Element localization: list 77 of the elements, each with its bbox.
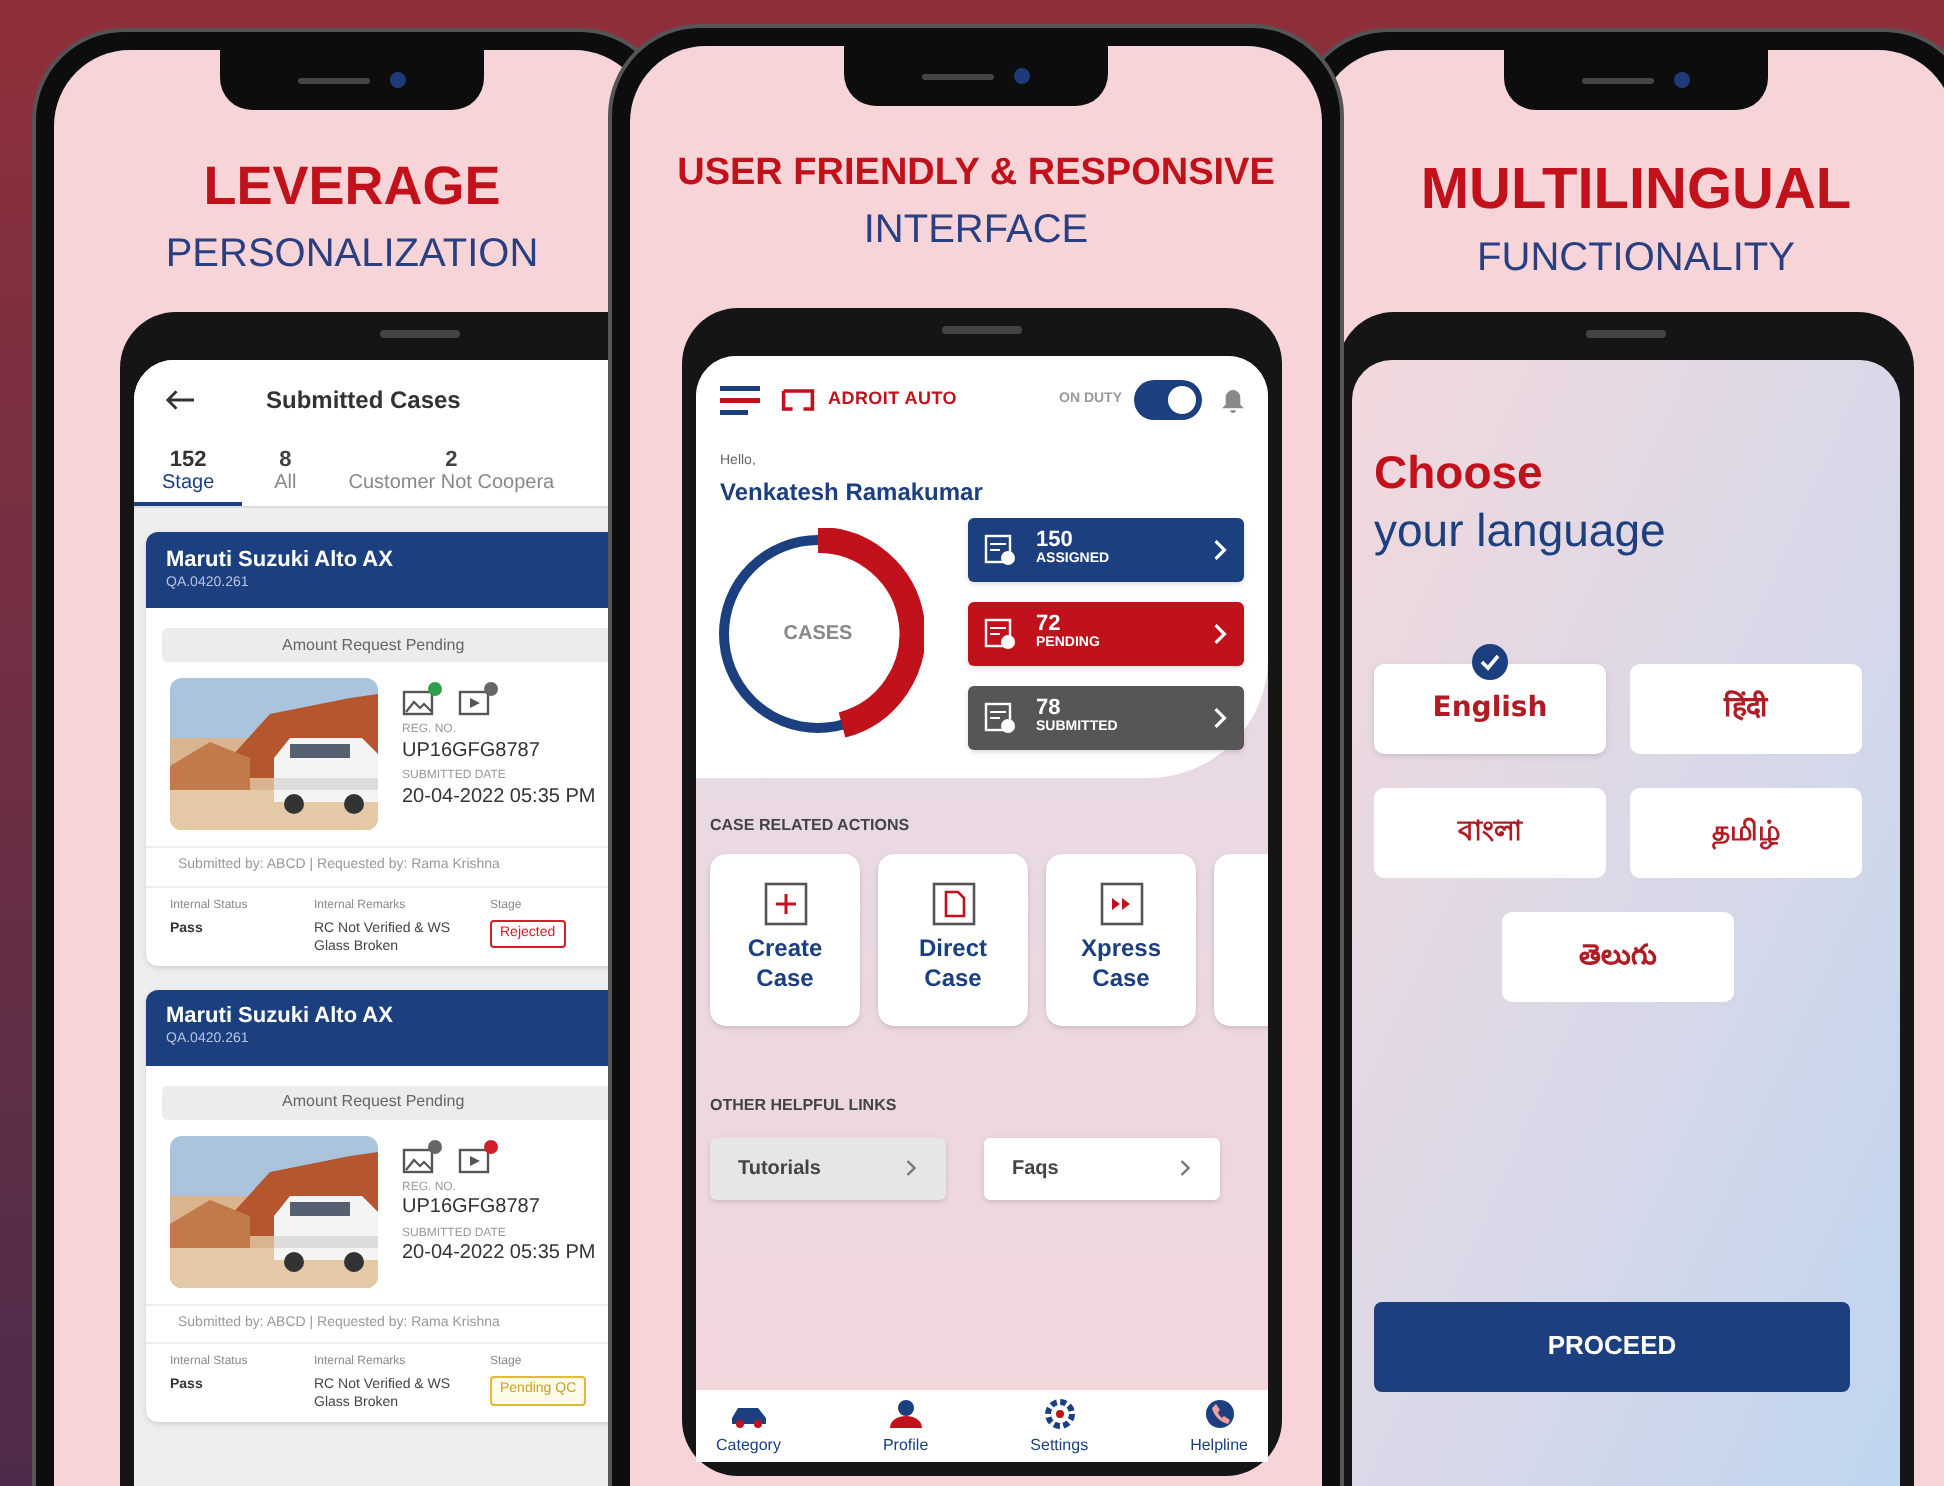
- subheadline: PERSONALIZATION: [165, 229, 539, 280]
- notice-text: Amount Request Pending: [282, 1090, 465, 1114]
- tab[interactable]: 8 All: [254, 448, 317, 506]
- calendar-icon: [984, 533, 1016, 565]
- headline: MULTILINGUAL: [1420, 156, 1852, 226]
- case-title: Maruti Suzuki Alto AX: [166, 547, 395, 575]
- plus-icon: [763, 881, 807, 925]
- tab-count: 2: [445, 448, 458, 472]
- check-icon: [1472, 643, 1508, 679]
- link-button[interactable]: Faqs: [984, 1137, 1220, 1199]
- chevron-icon: [1212, 705, 1228, 729]
- submitted-date: 20-04-2022 05:35 PM: [402, 1242, 596, 1267]
- brand-name: ADROIT AUTO: [828, 386, 957, 413]
- tab-label: All: [274, 472, 297, 496]
- nav-item[interactable]: Category: [716, 1398, 781, 1462]
- document-icon: [931, 881, 975, 925]
- language-option[interactable]: English: [1374, 663, 1606, 753]
- tab[interactable]: 2 Customer Not Coopera: [328, 448, 575, 506]
- reg-number: UP16GFG8787: [402, 1196, 542, 1221]
- bell-icon[interactable]: [1222, 387, 1244, 413]
- section-heading: OTHER HELPFUL LINKS: [710, 1093, 899, 1117]
- camera-icon: [390, 72, 406, 88]
- speaker-grille: [942, 326, 1022, 334]
- stat-count: 78: [1036, 697, 1061, 717]
- speaker-grille: [380, 330, 460, 338]
- title-text: Choose: [1374, 444, 1545, 502]
- chevron-icon: [1212, 621, 1228, 645]
- chevron-icon: [904, 1158, 918, 1178]
- screen-title: Submitted Cases: [266, 384, 461, 418]
- logo-icon: [780, 386, 816, 414]
- duty-toggle[interactable]: [1134, 380, 1202, 420]
- action-card[interactable]: Create Case: [710, 853, 860, 1025]
- subheadline: FUNCTIONALITY: [1477, 234, 1795, 285]
- section-heading: CASE RELATED ACTIONS: [710, 813, 912, 837]
- notice-text: Amount Request Pending: [282, 633, 465, 657]
- tab[interactable]: 152 Stage: [134, 448, 243, 506]
- tab-count: 8: [279, 448, 292, 472]
- submitted-date: 20-04-2022 05:35 PM: [402, 785, 596, 810]
- speaker-grille: [298, 77, 370, 83]
- nav-item[interactable]: Profile: [882, 1398, 929, 1462]
- language-option[interactable]: తెలుగు: [1502, 911, 1734, 1001]
- chevron-icon: [1212, 537, 1228, 561]
- headline: USER FRIENDLY & RESPONSIVE: [677, 150, 1275, 198]
- person-icon: [885, 1398, 926, 1430]
- language-option[interactable]: தமிழ்: [1630, 787, 1862, 877]
- nav-item[interactable]: Settings: [1030, 1398, 1089, 1462]
- camera-icon: [1674, 72, 1690, 88]
- subtitle-text: your language: [1374, 501, 1668, 559]
- subheadline: INTERFACE: [863, 205, 1089, 256]
- stat-count: 72: [1036, 613, 1061, 633]
- chevron-icon: [1178, 1158, 1192, 1178]
- reg-number: UP16GFG8787: [402, 739, 542, 764]
- fast-forward-icon: [1099, 881, 1143, 925]
- donut-label: CASES: [783, 620, 853, 648]
- speaker-grille: [922, 73, 994, 79]
- calendar-icon: [984, 617, 1016, 649]
- language-option[interactable]: বাংলা: [1374, 787, 1606, 877]
- settings-icon: [1039, 1398, 1080, 1430]
- speaker-grille: [1582, 77, 1654, 83]
- headline: LEVERAGE: [203, 154, 501, 220]
- user-name: Venkatesh Ramakumar: [720, 475, 985, 509]
- action-card[interactable]: Direct Case: [878, 853, 1028, 1025]
- calendar-icon: [984, 701, 1016, 733]
- tab-label: Customer Not Coopera: [348, 472, 555, 496]
- case-title: Maruti Suzuki Alto AX: [166, 1004, 395, 1032]
- menu-icon[interactable]: [720, 385, 760, 415]
- language-option[interactable]: हिंदी: [1630, 663, 1862, 753]
- action-card[interactable]: Xpress Case: [1046, 853, 1196, 1025]
- back-icon[interactable]: [162, 386, 198, 414]
- proceed-button[interactable]: PROCEED: [1374, 1301, 1850, 1391]
- camera-icon: [1014, 68, 1030, 84]
- tab-label: Stage: [162, 472, 215, 496]
- tab-count: 152: [169, 448, 207, 472]
- nav-item[interactable]: Helpline: [1190, 1398, 1248, 1462]
- link-button[interactable]: Tutorials: [710, 1137, 946, 1199]
- speaker-grille: [1586, 330, 1666, 338]
- stat-count: 150: [1036, 529, 1073, 549]
